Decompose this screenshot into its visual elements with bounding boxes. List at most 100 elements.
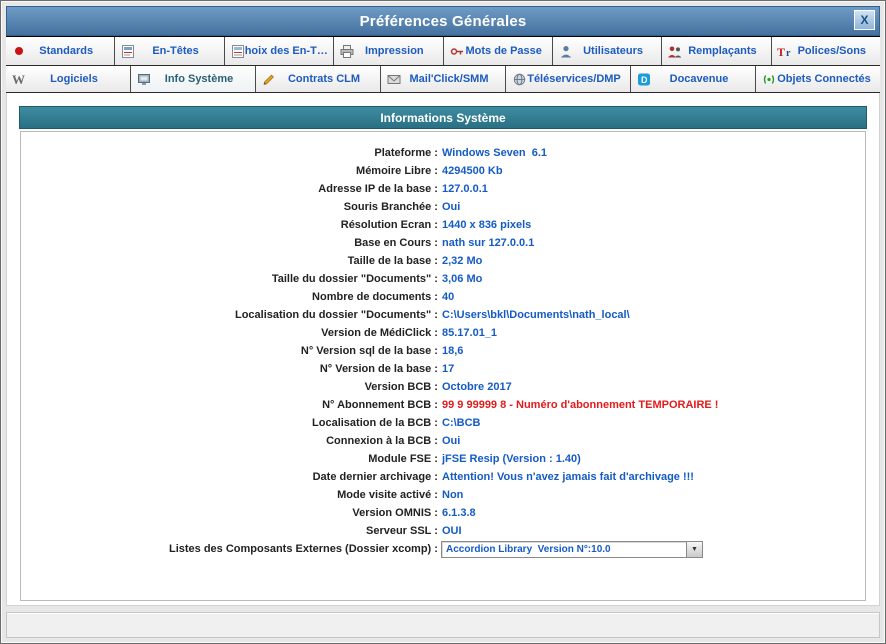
tab-label: Téléservices/DMP: [515, 73, 621, 85]
tab-info-systeme[interactable]: Info Système: [131, 66, 256, 92]
red-dot-icon: [11, 44, 27, 58]
info-label: Date dernier archivage: [21, 471, 441, 483]
users-icon: [667, 44, 683, 58]
tab-teleservices-dmp[interactable]: Téléservices/DMP: [506, 66, 631, 92]
info-row: Mode visite activéNon: [21, 486, 865, 504]
info-row: N° Version sql de la base18,6: [21, 342, 865, 360]
info-label: Listes des Composants Externes (Dossier …: [21, 543, 441, 555]
tab-contrats-clm[interactable]: Contrats CLM: [256, 66, 381, 92]
info-label: Taille du dossier "Documents": [21, 273, 441, 285]
info-value: Attention! Vous n'avez jamais fait d'arc…: [441, 471, 694, 483]
info-row: Version OMNIS6.1.3.8: [21, 504, 865, 522]
tab-mots-de-passe[interactable]: Mots de Passe: [444, 37, 553, 65]
header-choice-icon: [230, 44, 246, 58]
info-label: Version BCB: [21, 381, 441, 393]
tab-objets-connectes[interactable]: Objets Connectés: [756, 66, 880, 92]
tab-mail-click-smm[interactable]: Mail'Click/SMM: [381, 66, 506, 92]
tab-label: Mail'Click/SMM: [397, 73, 488, 85]
info-label: Adresse IP de la base: [21, 183, 441, 195]
svg-text:r: r: [786, 48, 791, 58]
tab-label: Mots de Passe: [453, 45, 541, 57]
pencil-icon: [261, 72, 277, 86]
info-row: Taille du dossier "Documents"3,06 Mo: [21, 270, 865, 288]
info-value: Oui: [441, 201, 460, 213]
tab-en-tetes[interactable]: En-Têtes: [115, 37, 224, 65]
info-value: 85.17.01_1: [441, 327, 497, 339]
dropdown-arrow-icon[interactable]: ▼: [686, 542, 702, 557]
info-row: N° Abonnement BCB99 9 99999 8 - Numéro d…: [21, 396, 865, 414]
xcomp-dropdown[interactable]: Accordion Library Version N°:10.0 ▼: [441, 541, 703, 558]
info-label: Localisation du dossier "Documents": [21, 309, 441, 321]
info-row: Date dernier archivageAttention! Vous n'…: [21, 468, 865, 486]
close-button[interactable]: X: [854, 10, 875, 30]
titlebar[interactable]: Préférences Générales X: [6, 6, 880, 36]
tab-polices-sons[interactable]: TrPolices/Sons: [772, 37, 880, 65]
info-row: Localisation de la BCBC:\BCB: [21, 414, 865, 432]
info-row: Mémoire Libre4294500 Kb: [21, 162, 865, 180]
svg-text:W: W: [12, 73, 25, 86]
info-row: Base en Coursnath sur 127.0.0.1: [21, 234, 865, 252]
system-info-box: PlateformeWindows Seven 6.1Mémoire Libre…: [20, 131, 866, 601]
tab-label: Objets Connectés: [765, 73, 871, 85]
dialog-title: Préférences Générales: [360, 13, 527, 30]
system-icon: [136, 72, 152, 86]
tab-standards[interactable]: Standards: [6, 37, 115, 65]
info-row: Localisation du dossier "Documents"C:\Us…: [21, 306, 865, 324]
tab-label: Docavenue: [658, 73, 729, 85]
font-icon: Tr: [777, 44, 793, 58]
tab-choix-des-en-tetes[interactable]: Choix des En-Têtes: [225, 37, 334, 65]
tab-impression[interactable]: Impression: [334, 37, 443, 65]
info-label: Module FSE: [21, 453, 441, 465]
user-icon: [558, 44, 574, 58]
info-value: 17: [441, 363, 454, 375]
info-row: N° Version de la base17: [21, 360, 865, 378]
info-value: 18,6: [441, 345, 463, 357]
info-label: Serveur SSL: [21, 525, 441, 537]
mail-icon: [386, 72, 402, 86]
tab-bar-row2: W Logiciels Info Système Contrats CLM Mail'C…: [6, 66, 880, 93]
info-row: Version BCBOctobre 2017: [21, 378, 865, 396]
info-value: Octobre 2017: [441, 381, 512, 393]
info-value: 40: [441, 291, 454, 303]
info-row: Souris BranchéeOui: [21, 198, 865, 216]
tab-label: Info Système: [153, 73, 233, 85]
info-label: Mémoire Libre: [21, 165, 441, 177]
info-label: Connexion à la BCB: [21, 435, 441, 447]
tab-docavenue[interactable]: D Docavenue: [631, 66, 756, 92]
tab-remplacants[interactable]: Remplaçants: [662, 37, 771, 65]
section-header: Informations Système: [19, 106, 867, 129]
tab-logiciels[interactable]: W Logiciels: [6, 66, 131, 92]
wireless-icon: [761, 72, 777, 86]
info-label: Taille de la base: [21, 255, 441, 267]
info-label: Souris Branchée: [21, 201, 441, 213]
info-value: Oui: [441, 435, 460, 447]
printer-icon: [339, 44, 355, 58]
tab-utilisateurs[interactable]: Utilisateurs: [553, 37, 662, 65]
info-value: 99 9 99999 8 - Numéro d'abonnement TEMPO…: [441, 399, 718, 411]
info-row: Serveur SSLOUI: [21, 522, 865, 540]
info-row: Version de MédiClick85.17.01_1: [21, 324, 865, 342]
info-value: 127.0.0.1: [441, 183, 488, 195]
globe-icon: [511, 72, 527, 86]
info-value: C:\Users\bkl\Documents\nath_local\: [441, 309, 630, 321]
svg-text:D: D: [641, 75, 648, 85]
docavenue-icon: D: [636, 72, 652, 86]
info-label: Plateforme: [21, 147, 441, 159]
content-panel: Informations Système PlateformeWindows S…: [6, 93, 880, 606]
word-icon: W: [11, 72, 27, 86]
info-value: 4294500 Kb: [441, 165, 503, 177]
tab-label: Contrats CLM: [276, 73, 360, 85]
info-label: Résolution Ecran: [21, 219, 441, 231]
preferences-dialog: Préférences Générales X StandardsEn-Tête…: [0, 0, 886, 644]
info-value: 3,06 Mo: [441, 273, 482, 285]
footer-panel: [6, 612, 880, 638]
info-value: jFSE Resip (Version : 1.40): [441, 453, 581, 465]
tab-label: Logiciels: [38, 73, 98, 85]
info-label: N° Abonnement BCB: [21, 399, 441, 411]
info-row: Connexion à la BCBOui: [21, 432, 865, 450]
tab-label: Utilisateurs: [571, 45, 643, 57]
info-label: Nombre de documents: [21, 291, 441, 303]
info-label: Base en Cours: [21, 237, 441, 249]
info-rows: PlateformeWindows Seven 6.1Mémoire Libre…: [21, 144, 865, 540]
info-row: Taille de la base2,32 Mo: [21, 252, 865, 270]
